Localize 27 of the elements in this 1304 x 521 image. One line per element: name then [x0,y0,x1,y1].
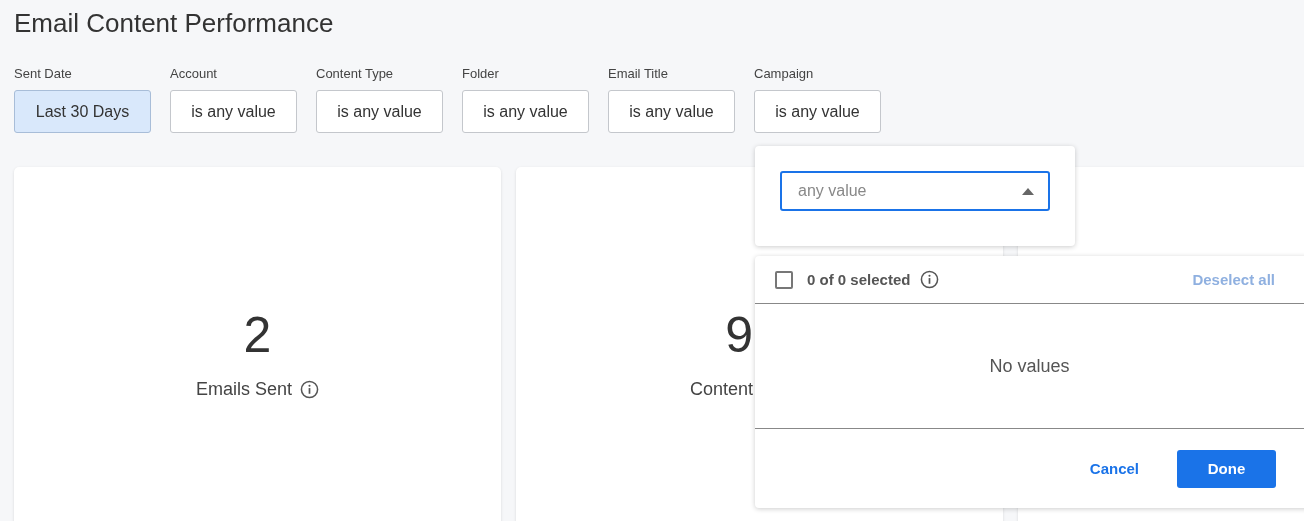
filter-label: Folder [462,66,499,81]
checkbox[interactable] [775,270,793,289]
done-button[interactable]: Done [1177,449,1276,488]
metric-label: Emails Sent [195,379,292,400]
page-title: Email Content Performance [14,7,334,40]
search-field[interactable]: any value [780,171,1050,211]
filter-button[interactable]: Last 30 Days [14,90,151,133]
search-input[interactable]: any value [796,181,1022,201]
info-icon[interactable] [300,380,319,399]
filter-label: Sent Date [14,66,72,81]
filter-label: Email Title [608,66,668,81]
metric-label: Content [689,379,753,400]
filter-button[interactable]: is any value [754,90,881,133]
filter-button[interactable]: is any value [462,90,589,133]
cancel-button[interactable]: Cancel [1089,449,1139,488]
filter-label: Content Type [316,66,394,81]
filter-button[interactable]: is any value [316,90,443,133]
filter-label: Account [170,66,217,81]
metric-value: 2 [243,307,272,363]
filter-label: Campaign [754,66,814,81]
empty-message: No values [989,355,1070,377]
filter-button[interactable]: is any value [170,90,297,133]
metric-value: 9 [725,307,753,363]
selection-count: 0 of 0 selected [807,271,911,288]
filter-button[interactable]: is any value [608,90,735,133]
info-icon[interactable] [920,270,940,289]
caret-icon[interactable] [1022,187,1034,195]
